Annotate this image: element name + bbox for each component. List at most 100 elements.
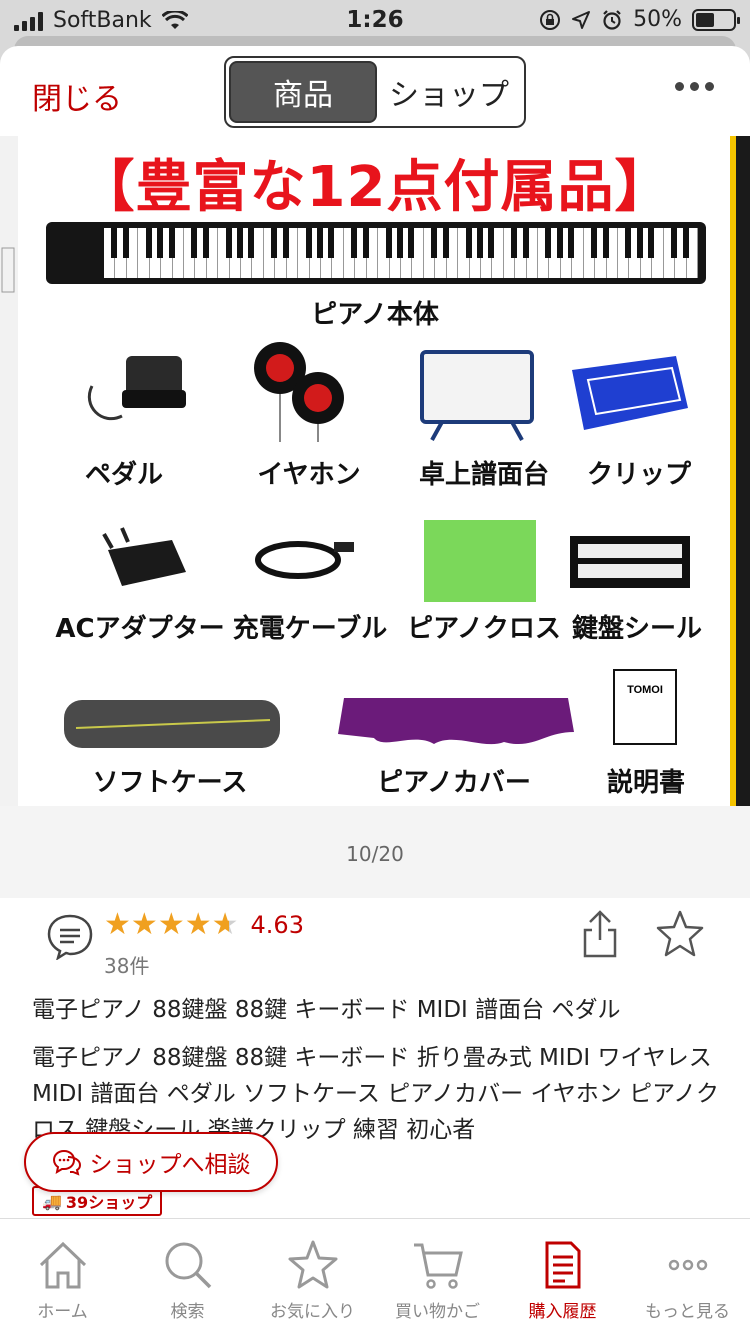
- segmented-control: 商品 ショップ: [224, 56, 526, 128]
- black-key: [522, 228, 529, 258]
- search-icon: [165, 1242, 211, 1289]
- black-key: [351, 228, 358, 258]
- key-sticker-icon: [570, 536, 690, 588]
- tab-label: 購入履歴: [528, 1302, 597, 1322]
- star-icon: [288, 1240, 337, 1289]
- tab-label: ホーム: [37, 1302, 88, 1322]
- tab-label: お気に入り: [270, 1302, 355, 1322]
- manual-brand: TOMOI: [627, 684, 663, 696]
- lock-rotation-icon: [540, 9, 561, 30]
- white-key: [184, 228, 198, 278]
- white-key: [378, 228, 392, 278]
- review-row: ★ ★ ★ ★ ★ 4.63 38件: [46, 908, 726, 978]
- black-key: [545, 228, 552, 258]
- receipt-icon: [545, 1241, 580, 1289]
- black-key: [625, 228, 632, 258]
- tab-search[interactable]: 検索: [125, 1219, 250, 1334]
- ellipsis-icon[interactable]: [675, 82, 714, 91]
- share-icon[interactable]: [582, 908, 618, 960]
- product-title: 電子ピアノ 88鍵盤 88鍵 キーボード MIDI 譜面台 ペダル: [32, 997, 621, 1023]
- earphones-icon: [254, 342, 344, 442]
- ac-adapter-icon: [102, 527, 186, 586]
- black-key: [556, 228, 563, 258]
- pedal-icon: [87, 356, 186, 421]
- tab-home[interactable]: ホーム: [0, 1219, 125, 1334]
- white-key: [458, 228, 472, 278]
- segment-shop[interactable]: ショップ: [377, 61, 521, 123]
- black-key: [602, 228, 609, 258]
- battery-percent: 50%: [633, 7, 682, 32]
- black-key: [442, 228, 449, 258]
- more-icon: [668, 1259, 707, 1271]
- tab-label: もっと見る: [645, 1302, 730, 1322]
- tab-cart[interactable]: 買い物かご: [375, 1219, 500, 1334]
- black-key: [591, 228, 598, 258]
- black-key: [568, 228, 575, 258]
- black-key: [225, 228, 232, 258]
- white-key: [344, 228, 358, 278]
- next-image-peek[interactable]: [730, 136, 750, 806]
- manual-icon: [613, 669, 677, 745]
- product-image[interactable]: 【豊富な12点付属品】 ピアノ本体 ペダル イヤホン 卓上譜面台 クリップ AC…: [34, 136, 716, 806]
- tab-purchase-history[interactable]: 購入履歴: [500, 1219, 625, 1334]
- close-button[interactable]: 閉じる: [32, 74, 122, 118]
- segment-product[interactable]: 商品: [229, 61, 377, 123]
- tab-label: 買い物かご: [395, 1302, 480, 1322]
- item-label: ペダル: [84, 460, 163, 490]
- truck-icon: 🚚: [42, 1191, 62, 1211]
- promo-title: 【豊富な12点付属品】: [78, 155, 672, 220]
- black-key: [328, 228, 335, 258]
- white-key: [538, 228, 552, 278]
- white-key: [298, 228, 312, 278]
- previous-image-peek[interactable]: [0, 136, 18, 806]
- star-icon: ★: [157, 907, 185, 942]
- rating-stars[interactable]: ★ ★ ★ ★ ★ 4.63: [104, 910, 304, 940]
- black-key: [111, 228, 118, 258]
- black-key: [305, 228, 312, 258]
- black-key: [168, 228, 175, 258]
- item-label: ACアダプター: [55, 614, 225, 644]
- item-label: ピアノカバー: [377, 768, 531, 798]
- black-key: [396, 228, 403, 258]
- star-icon: ★: [104, 907, 131, 942]
- battery-icon: [692, 8, 740, 31]
- white-key: [618, 228, 632, 278]
- consult-shop-button[interactable]: ショップへ相談: [24, 1132, 278, 1192]
- white-key: [218, 228, 232, 278]
- music-stand-icon: [420, 350, 534, 441]
- cart-icon: [413, 1243, 463, 1289]
- bottom-tab-bar: ホーム 検索 お気に入り 買い物かご 購入履歴 もっと見る: [0, 1218, 750, 1334]
- item-label: イヤホン: [257, 460, 361, 490]
- item-label: 鍵盤シール: [571, 614, 702, 644]
- black-key: [465, 228, 472, 258]
- tab-favorites[interactable]: お気に入り: [250, 1219, 375, 1334]
- rating-score: 4.63: [250, 911, 304, 939]
- white-key: [264, 228, 278, 278]
- item-label: 卓上譜面台: [418, 460, 549, 490]
- white-key: [664, 228, 678, 278]
- stand-peek-icon: [1, 247, 15, 293]
- white-key: [104, 228, 118, 278]
- item-label: 説明書: [606, 768, 685, 798]
- black-key: [682, 228, 689, 258]
- review-chat-icon[interactable]: [46, 912, 94, 960]
- black-key: [671, 228, 678, 258]
- review-count[interactable]: 38件: [104, 950, 149, 979]
- white-key: [138, 228, 152, 278]
- item-label: ソフトケース: [92, 768, 248, 798]
- black-key: [157, 228, 164, 258]
- black-key: [362, 228, 369, 258]
- partial-star-icon: ★: [211, 907, 239, 942]
- black-key: [237, 228, 244, 258]
- alarm-icon: [603, 9, 621, 30]
- image-gallery[interactable]: 【豊富な12点付属品】 ピアノ本体 ペダル イヤホン 卓上譜面台 クリップ AC…: [0, 136, 750, 806]
- black-key: [145, 228, 152, 258]
- item-label: クリップ: [586, 460, 691, 490]
- black-key: [488, 228, 495, 258]
- tab-more[interactable]: もっと見る: [625, 1219, 750, 1334]
- home-icon: [39, 1241, 86, 1289]
- favorite-star-icon[interactable]: [654, 908, 706, 960]
- consult-label: ショップへ相談: [89, 1152, 251, 1178]
- product-sheet: 閉じる 商品 ショップ 【豊富な12点付属品】 ピアノ本体 ペダル イヤホン 卓…: [0, 46, 750, 1334]
- item-label: ピアノクロス: [407, 614, 561, 644]
